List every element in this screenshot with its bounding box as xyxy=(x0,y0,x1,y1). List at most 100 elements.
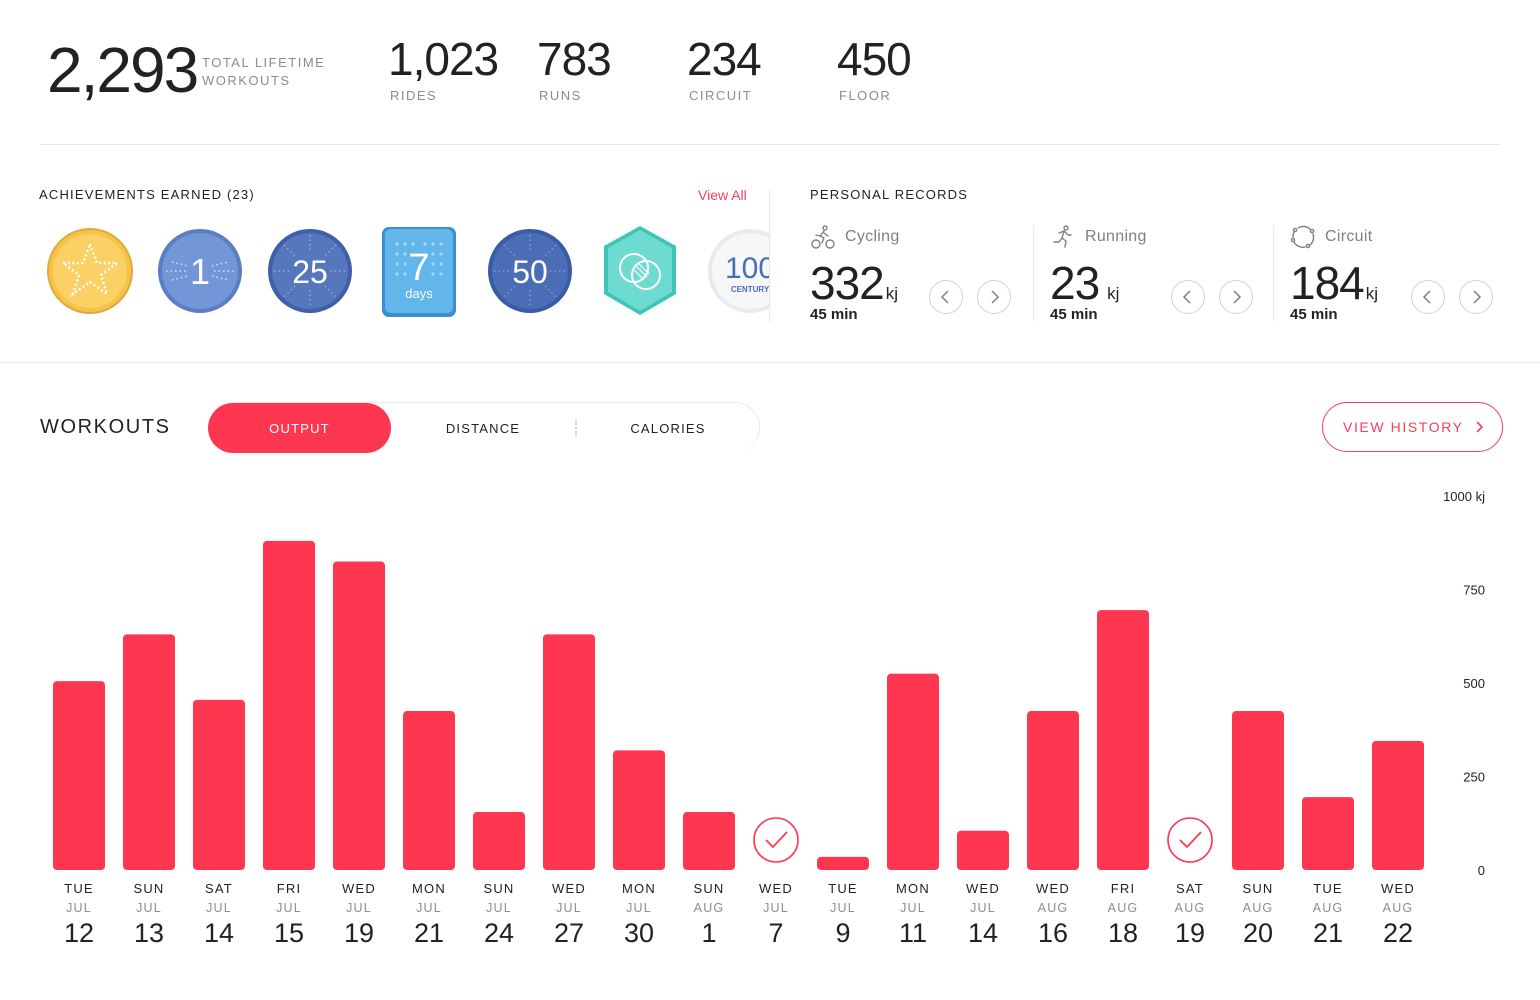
runs-stat: 783 RUNS xyxy=(537,32,612,103)
y-tick-label: 500 xyxy=(1463,676,1485,691)
record-cycling: Cycling 332 kj 45 min xyxy=(810,222,1040,332)
y-tick-label: 750 xyxy=(1463,583,1485,598)
x-day-label: WED xyxy=(966,881,1000,896)
one-badge-text: 1 xyxy=(190,251,210,292)
total-workouts-value: 2,293 xyxy=(47,34,199,106)
record-circuit-value: 184 xyxy=(1290,257,1365,309)
circuit-prev-button[interactable] xyxy=(1411,280,1445,314)
x-date-label: 12 xyxy=(64,918,94,948)
tab-output[interactable]: OUTPUT xyxy=(208,403,391,453)
workouts-title: WORKOUTS xyxy=(40,416,171,438)
y-tick-label: 1000 kj xyxy=(1443,489,1485,504)
x-day-label: SUN xyxy=(133,881,164,896)
x-day-label: SAT xyxy=(205,881,233,896)
floor-label: FLOOR xyxy=(839,88,892,103)
hexagon-badge[interactable] xyxy=(592,222,688,318)
fifty-badge-text: 50 xyxy=(512,254,548,290)
floor-value: 450 xyxy=(837,33,912,85)
century-badge-number: 100 xyxy=(725,252,770,285)
x-month-label: JUL xyxy=(970,901,996,915)
cycling-next-button[interactable] xyxy=(977,280,1011,314)
x-day-label: WED xyxy=(342,881,376,896)
x-day-label: WED xyxy=(1381,881,1415,896)
twenty-five-badge[interactable]: 25 xyxy=(262,222,358,318)
cycling-prev-button[interactable] xyxy=(929,280,963,314)
x-day-label: SAT xyxy=(1176,881,1204,896)
x-date-label: 21 xyxy=(414,918,444,948)
x-month-label: JUL xyxy=(763,901,789,915)
record-cycling-duration: 45 min xyxy=(810,306,858,323)
x-month-label: AUG xyxy=(1108,901,1139,915)
x-date-label: 30 xyxy=(624,918,654,948)
record-divider xyxy=(1033,226,1034,321)
x-month-label: JUL xyxy=(276,901,302,915)
x-date-label: 15 xyxy=(274,918,304,948)
chart-bar xyxy=(887,673,939,870)
x-date-label: 19 xyxy=(344,918,374,948)
personal-records-title: PERSONAL RECORDS xyxy=(810,187,969,202)
x-day-label: TUE xyxy=(64,881,94,896)
x-date-label: 21 xyxy=(1313,918,1343,948)
x-day-label: TUE xyxy=(1313,881,1343,896)
seven-days-badge[interactable]: 7 days xyxy=(372,222,468,318)
record-running-unit: kj xyxy=(1107,284,1120,303)
x-month-label: AUG xyxy=(694,901,725,915)
completed-marker xyxy=(1167,817,1213,863)
chart-bar xyxy=(1302,797,1354,870)
circuit-next-button[interactable] xyxy=(1459,280,1493,314)
cycling-icon xyxy=(811,225,835,249)
chart-bar xyxy=(123,634,175,870)
rides-label: RIDES xyxy=(390,88,438,103)
floor-stat: 450 FLOOR xyxy=(837,32,912,103)
view-history-button[interactable]: VIEW HISTORY xyxy=(1322,402,1503,452)
chevron-right-icon xyxy=(991,290,1000,304)
tab-separator xyxy=(575,420,577,436)
chart-bar xyxy=(263,540,315,870)
x-date-label: 16 xyxy=(1038,918,1068,948)
y-tick-label: 250 xyxy=(1463,770,1485,785)
top-divider xyxy=(40,144,1500,145)
chart-bar xyxy=(1097,610,1149,870)
running-icon xyxy=(1053,225,1072,248)
running-prev-button[interactable] xyxy=(1171,280,1205,314)
chevron-left-icon xyxy=(1422,290,1431,304)
chart-bar xyxy=(403,711,455,870)
century-badge[interactable]: 100 CENTURY xyxy=(702,222,770,318)
twenty-five-badge-text: 25 xyxy=(292,254,328,290)
x-day-label: SUN xyxy=(693,881,724,896)
century-badge-label: CENTURY xyxy=(731,285,770,294)
x-month-label: JUL xyxy=(556,901,582,915)
record-cycling-value: 332 xyxy=(810,257,885,309)
x-date-label: 14 xyxy=(204,918,234,948)
x-day-label: FRI xyxy=(277,881,302,896)
chart-bar xyxy=(1232,711,1284,870)
x-day-label: MON xyxy=(622,881,656,896)
view-all-link[interactable]: View All xyxy=(698,187,747,203)
x-day-label: MON xyxy=(896,881,930,896)
x-date-label: 22 xyxy=(1383,918,1413,948)
x-date-label: 24 xyxy=(484,918,514,948)
circuit-icon xyxy=(1290,225,1315,249)
section-divider xyxy=(769,190,770,322)
chart-bar xyxy=(193,699,245,870)
x-day-label: MON xyxy=(412,881,446,896)
tab-calories[interactable]: CALORIES xyxy=(583,403,753,453)
seven-days-badge-label: days xyxy=(405,286,433,301)
x-month-label: JUL xyxy=(626,901,652,915)
x-day-label: SUN xyxy=(1242,881,1273,896)
chart-bar xyxy=(1027,711,1079,870)
x-month-label: AUG xyxy=(1243,901,1274,915)
runs-value: 783 xyxy=(537,33,612,85)
chart-bar xyxy=(53,681,105,870)
circuit-stat: 234 CIRCUIT xyxy=(687,32,762,103)
running-next-button[interactable] xyxy=(1219,280,1253,314)
x-date-label: 7 xyxy=(768,918,783,948)
tab-distance[interactable]: DISTANCE xyxy=(398,403,568,453)
one-badge[interactable]: 1 xyxy=(152,222,248,318)
fifty-badge[interactable]: 50 xyxy=(482,222,578,318)
record-circuit: Circuit 184 kj 45 min xyxy=(1290,222,1520,332)
chart-bar xyxy=(817,856,869,870)
star-badge[interactable] xyxy=(42,222,138,318)
x-date-label: 13 xyxy=(134,918,164,948)
total-workouts-label: TOTAL LIFETIME WORKOUTS xyxy=(202,55,326,88)
